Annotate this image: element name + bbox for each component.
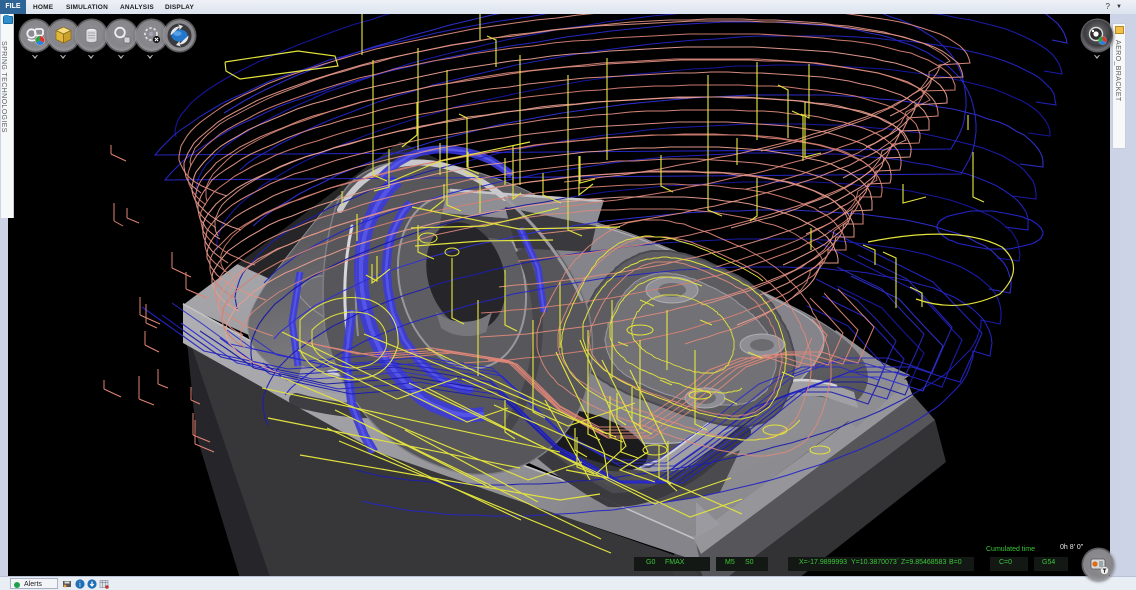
svg-text:i: i (79, 580, 81, 588)
